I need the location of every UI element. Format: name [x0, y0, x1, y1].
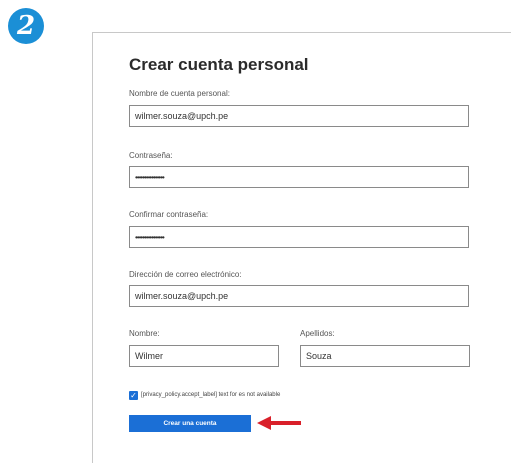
email-label: Dirección de correo electrónico:	[129, 270, 242, 279]
account-name-input[interactable]	[129, 105, 469, 127]
confirm-password-label: Confirmar contraseña:	[129, 210, 209, 219]
email-input[interactable]	[129, 285, 469, 307]
red-arrow-icon	[257, 416, 301, 430]
last-name-input[interactable]	[300, 345, 470, 367]
password-input[interactable]	[129, 166, 469, 188]
last-name-label: Apellidos:	[300, 329, 335, 338]
account-name-label: Nombre de cuenta personal:	[129, 89, 230, 98]
first-name-input[interactable]	[129, 345, 279, 367]
create-account-panel: Crear cuenta personal Nombre de cuenta p…	[92, 32, 511, 463]
step-number-badge: 2	[8, 8, 44, 44]
confirm-password-input[interactable]	[129, 226, 469, 248]
privacy-policy-text: [privacy_policy.accept_label] text for e…	[141, 392, 281, 398]
password-label: Contraseña:	[129, 151, 173, 160]
page-title: Crear cuenta personal	[129, 55, 309, 74]
create-account-button[interactable]: Crear una cuenta	[129, 415, 251, 432]
privacy-policy-checkbox[interactable]: ✓	[129, 390, 138, 400]
first-name-label: Nombre:	[129, 329, 160, 338]
privacy-policy-row: ✓ [privacy_policy.accept_label] text for…	[129, 390, 280, 400]
